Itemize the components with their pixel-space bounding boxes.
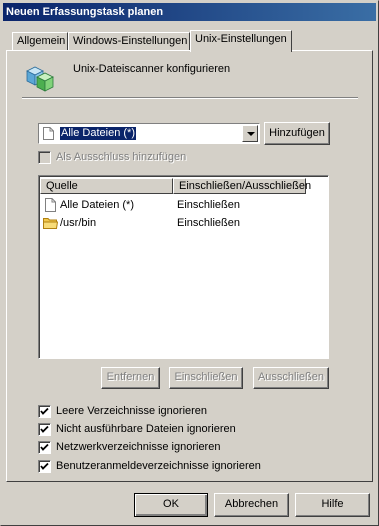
dropdown-selected-value: Alle Dateien (*) xyxy=(60,127,136,140)
row-source: Alle Dateien (*) xyxy=(60,199,134,211)
checkmark-icon xyxy=(40,443,49,451)
tab-allgemein[interactable]: Allgemein xyxy=(12,32,68,51)
tab-label: Windows-Einstellungen xyxy=(73,35,188,47)
file-icon xyxy=(45,198,59,212)
include-button[interactable]: Einschließen xyxy=(169,367,243,389)
exclude-button[interactable]: Ausschließen xyxy=(253,367,329,389)
ignore-home-dirs-label: Benutzeranmeldeverzeichnisse ignorieren xyxy=(56,460,261,472)
ok-button-label: OK xyxy=(163,498,179,510)
column-header-mode[interactable]: Einschließen/Ausschließen xyxy=(173,178,311,194)
ignore-network-dirs-label: Netzwerkverzeichnisse ignorieren xyxy=(56,441,221,453)
ignore-empty-dirs-label: Leere Verzeichnisse ignorieren xyxy=(56,405,208,417)
ignore-home-dirs-checkbox[interactable] xyxy=(38,460,51,473)
table-row[interactable]: /usr/bin Einschließen xyxy=(39,215,328,233)
cancel-button[interactable]: Abbrechen xyxy=(214,493,289,517)
section-heading: Unix-Dateiscanner konfigurieren xyxy=(73,63,231,75)
tab-unix-einstellungen[interactable]: Unix-Einstellungen xyxy=(190,30,292,52)
ignore-network-dirs-checkbox[interactable] xyxy=(38,441,51,454)
source-dropdown[interactable]: Alle Dateien (*) xyxy=(38,123,260,144)
tab-label: Unix-Einstellungen xyxy=(195,33,287,45)
row-mode: Einschließen xyxy=(177,217,240,229)
remove-button[interactable]: Entfernen xyxy=(101,367,160,389)
checkmark-icon xyxy=(40,425,49,433)
heading-divider xyxy=(22,97,358,99)
exclude-checkbox-label: Als Ausschluss hinzufügen xyxy=(56,151,187,163)
ignore-non-executable-checkbox[interactable] xyxy=(38,423,51,436)
dialog-window: Neuen Erfassungstask planen Allgemein Wi… xyxy=(0,0,379,526)
ignore-empty-dirs-checkbox[interactable] xyxy=(38,405,51,418)
window-title: Neuen Erfassungstask planen xyxy=(6,6,164,18)
tab-windows-einstellungen[interactable]: Windows-Einstellungen xyxy=(68,32,190,51)
chevron-down-icon[interactable] xyxy=(242,125,258,142)
title-bar[interactable]: Neuen Erfassungstask planen xyxy=(3,3,376,21)
exclude-checkbox[interactable] xyxy=(38,151,51,164)
file-icon xyxy=(43,127,54,140)
ok-button[interactable]: OK xyxy=(134,493,208,517)
help-button[interactable]: Hilfe xyxy=(295,493,370,517)
checkmark-icon xyxy=(40,407,49,415)
remove-button-label: Entfernen xyxy=(106,371,155,383)
row-mode: Einschließen xyxy=(177,199,240,211)
scanner-cubes-icon xyxy=(23,61,57,95)
column-header-label: Einschließen/Ausschließen xyxy=(179,180,312,192)
help-button-label: Hilfe xyxy=(321,498,344,510)
add-button[interactable]: Hinzufügen xyxy=(264,122,330,145)
add-button-label: Hinzufügen xyxy=(269,127,325,139)
folder-icon xyxy=(43,216,59,230)
column-header-label: Quelle xyxy=(46,180,78,192)
include-button-label: Einschließen xyxy=(174,371,238,383)
cancel-button-label: Abbrechen xyxy=(224,498,279,510)
row-source: /usr/bin xyxy=(60,217,97,229)
ignore-non-executable-label: Nicht ausführbare Dateien ignorieren xyxy=(56,423,236,435)
source-list[interactable]: Quelle Einschließen/Ausschließen Alle Da… xyxy=(38,175,329,359)
exclude-button-label: Ausschließen xyxy=(257,371,325,383)
tab-label: Allgemein xyxy=(17,35,66,47)
column-header-source[interactable]: Quelle xyxy=(40,178,173,194)
checkmark-icon xyxy=(40,462,49,470)
table-row[interactable]: Alle Dateien (*) Einschließen xyxy=(39,197,328,215)
